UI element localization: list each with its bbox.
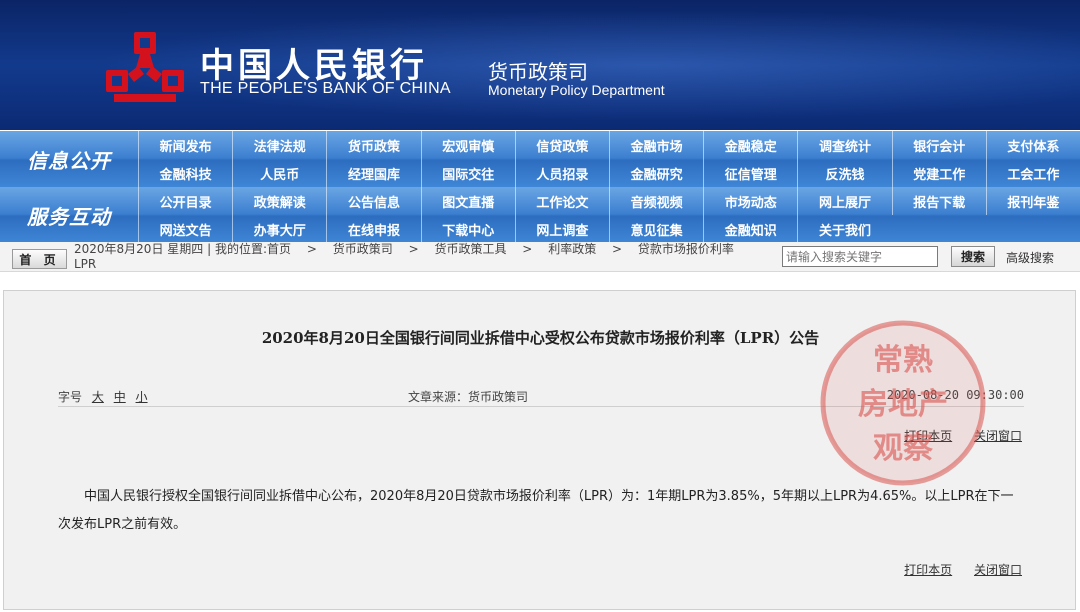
article-actions-top: 打印本页 关闭窗口 [886, 427, 1022, 444]
nav-item[interactable]: 金融研究 [608, 159, 703, 187]
location-label[interactable]: 我的位置:首页 [215, 242, 291, 256]
nav-item[interactable]: 报刊年鉴 [985, 187, 1080, 215]
nav-item[interactable]: 办事大厅 [232, 215, 326, 243]
nav-menu-grid: 新闻发布 法律法规 货币政策 宏观审慎 信贷政策 金融市场 金融稳定 调查统计 银行会计 支付体系… [138, 131, 1080, 187]
print-link[interactable]: 打印本页 [904, 563, 952, 577]
nav-item[interactable]: 关于我们 [797, 215, 891, 243]
nav-item[interactable]: 意见征集 [608, 215, 703, 243]
nav-menu-grid: 公开目录 政策解读 公告信息 图文直播 工作论文 音频视频 市场动态 网上展厅 报告下载 报刊年鉴… [138, 187, 1080, 243]
nav-item[interactable]: 网上展厅 [797, 187, 891, 215]
nav-item[interactable]: 人员招录 [514, 159, 609, 187]
nav-item[interactable]: 银行会计 [891, 131, 986, 159]
breadcrumb: 2020年8月20日 星期四 | 我的位置:首页 > 货币政策司 > 货币政策工… [74, 242, 774, 272]
print-link[interactable]: 打印本页 [904, 429, 952, 443]
current-date: 2020年8月20日 星期四 [74, 242, 204, 256]
nav-item[interactable]: 经理国库 [326, 159, 420, 187]
article-actions-bottom: 打印本页 关闭窗口 [886, 561, 1022, 578]
nav-item[interactable]: 征信管理 [703, 159, 797, 187]
font-size-medium[interactable]: 中 [114, 390, 126, 404]
article-title: 2020年8月20日全国银行间同业拆借中心受权公布贷款市场报价利率（LPR）公告 [261, 329, 820, 347]
font-size-small[interactable]: 小 [136, 390, 148, 404]
breadcrumb-item[interactable]: 货币政策司 [333, 242, 393, 256]
home-button[interactable]: 首 页 [12, 249, 67, 269]
article-datetime: 2020-08-20 09:30:00 [886, 388, 1024, 402]
nav-item[interactable]: 市场动态 [703, 187, 797, 215]
nav-service-interaction: 服务互动 公开目录 政策解读 公告信息 图文直播 工作论文 音频视频 市场动态 网上展厅 报告下… [0, 187, 1080, 243]
font-size-control: 字号 大 中 小 [58, 388, 148, 405]
article-container: 2020年8月20日全国银行间同业拆借中心受权公布贷款市场报价利率（LPR）公告… [3, 290, 1076, 610]
nav-section-title: 信息公开 [27, 148, 111, 173]
font-size-large[interactable]: 大 [92, 390, 104, 404]
breadcrumb-separator: > [306, 242, 317, 256]
nav-item[interactable]: 下载中心 [420, 215, 515, 243]
nav-item[interactable]: 工会工作 [985, 159, 1080, 187]
nav-item[interactable]: 人民币 [232, 159, 326, 187]
nav-item[interactable]: 宏观审慎 [420, 131, 515, 159]
nav-section-title: 服务互动 [27, 204, 111, 229]
nav-item[interactable]: 党建工作 [891, 159, 986, 187]
article-meta: 字号 大 中 小 文章来源：货币政策司 2020-08-20 09:30:00 [58, 383, 1024, 407]
breadcrumb-item-trailing[interactable]: LPR [74, 257, 96, 271]
article-body: 中国人民银行授权全国银行间同业拆借中心公布，2020年8月20日贷款市场报价利率… [58, 489, 1014, 532]
separator: | [207, 242, 215, 256]
advanced-search-link[interactable]: 高级搜索 [1006, 249, 1054, 266]
nav-item[interactable]: 公开目录 [138, 187, 232, 215]
breadcrumb-separator: > [522, 242, 533, 256]
nav-item[interactable]: 支付体系 [985, 131, 1080, 159]
nav-item[interactable]: 金融稳定 [703, 131, 797, 159]
nav-item[interactable]: 新闻发布 [138, 131, 232, 159]
nav-item[interactable]: 图文直播 [420, 187, 515, 215]
nav-item[interactable]: 报告下载 [891, 187, 986, 215]
nav-item[interactable]: 法律法规 [232, 131, 326, 159]
site-header: 中国人民银行 THE PEOPLE'S BANK OF CHINA 货币政策司 … [0, 0, 1080, 130]
nav-item[interactable]: 工作论文 [514, 187, 609, 215]
nav-item[interactable]: 公告信息 [326, 187, 420, 215]
nav-item[interactable]: 金融科技 [138, 159, 232, 187]
search-button[interactable]: 搜索 [951, 246, 995, 267]
search-input[interactable] [782, 246, 938, 267]
nav-item[interactable]: 反洗钱 [797, 159, 891, 187]
nav-item[interactable]: 音频视频 [608, 187, 703, 215]
nav-item[interactable]: 政策解读 [232, 187, 326, 215]
department-name-en: Monetary Policy Department [488, 82, 665, 98]
bank-name-en: THE PEOPLE'S BANK OF CHINA [200, 80, 451, 97]
nav-item[interactable]: 信贷政策 [514, 131, 609, 159]
article-source: 文章来源：货币政策司 [408, 390, 529, 404]
close-window-link[interactable]: 关闭窗口 [974, 429, 1022, 443]
nav-info-disclosure: 信息公开 新闻发布 法律法规 货币政策 宏观审慎 信贷政策 金融市场 金融稳定 调查统计 银行会… [0, 131, 1080, 187]
nav-item[interactable]: 网送文告 [138, 215, 232, 243]
nav-item[interactable]: 金融知识 [703, 215, 797, 243]
breadcrumb-item[interactable]: 利率政策 [548, 242, 596, 256]
nav-item[interactable]: 货币政策 [326, 131, 420, 159]
close-window-link[interactable]: 关闭窗口 [974, 563, 1022, 577]
nav-item[interactable]: 网上调查 [514, 215, 609, 243]
nav-item[interactable]: 在线申报 [326, 215, 420, 243]
nav-item[interactable]: 调查统计 [797, 131, 891, 159]
nav-item[interactable]: 金融市场 [608, 131, 703, 159]
breadcrumb-separator: > [408, 242, 419, 256]
breadcrumb-separator: > [612, 242, 623, 256]
font-size-label: 字号 [58, 390, 83, 404]
breadcrumb-item[interactable]: 贷款市场报价利率 [638, 242, 734, 256]
nav-item[interactable]: 国际交往 [420, 159, 515, 187]
page: 中国人民银行 THE PEOPLE'S BANK OF CHINA 货币政策司 … [0, 0, 1080, 612]
department-name-cn: 货币政策司 [488, 60, 588, 84]
breadcrumb-item[interactable]: 货币政策工具 [434, 242, 506, 256]
pboc-logo-icon [106, 32, 184, 102]
